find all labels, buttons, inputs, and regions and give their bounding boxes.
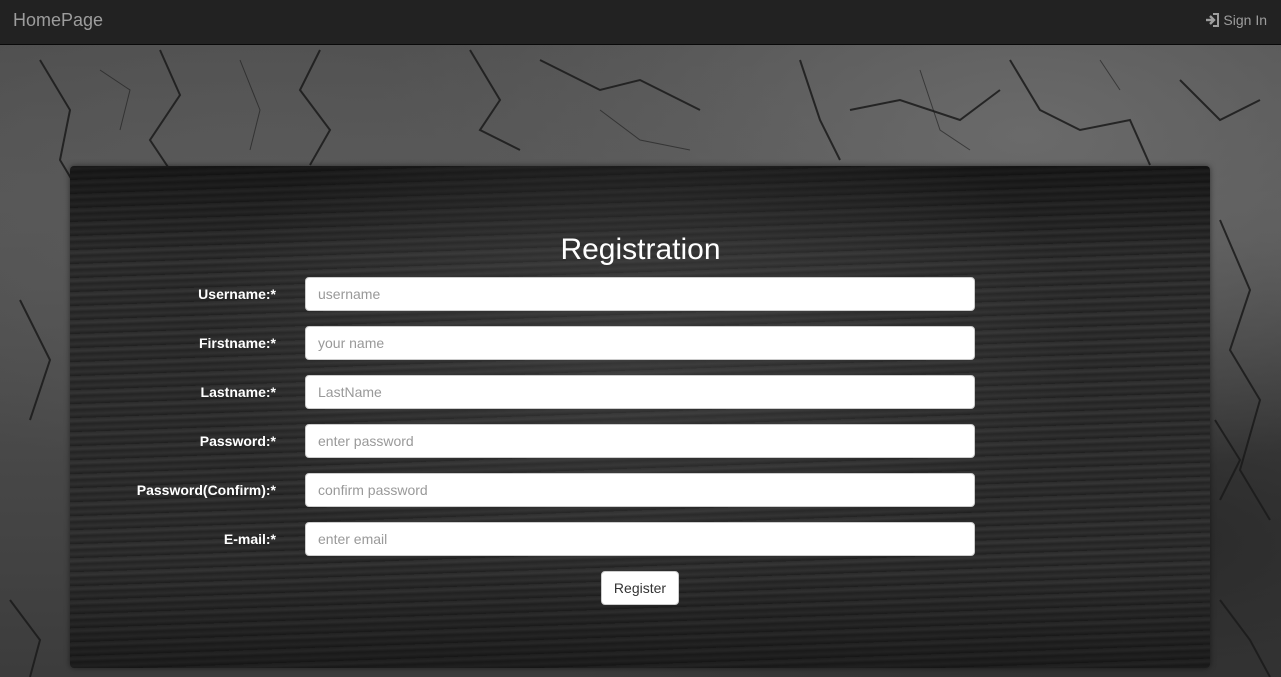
password-confirm-input[interactable] bbox=[305, 473, 975, 507]
form-row-password-confirm: Password(Confirm):* bbox=[0, 473, 1281, 507]
form-row-password: Password:* bbox=[0, 424, 1281, 458]
password-input[interactable] bbox=[305, 424, 975, 458]
page-title: Registration bbox=[560, 233, 721, 266]
register-button[interactable]: Register bbox=[601, 571, 679, 605]
lastname-input[interactable] bbox=[305, 375, 975, 409]
signin-link[interactable]: Sign In bbox=[1205, 11, 1267, 29]
email-label: E-mail:* bbox=[223, 531, 276, 547]
brand-link[interactable]: HomePage bbox=[13, 10, 103, 30]
firstname-label: Firstname:* bbox=[198, 335, 276, 351]
log-in-icon bbox=[1206, 13, 1220, 27]
email-input[interactable] bbox=[305, 522, 975, 556]
lastname-label: Lastname:* bbox=[200, 384, 276, 400]
username-input[interactable] bbox=[305, 277, 975, 311]
password-label: Password:* bbox=[199, 433, 276, 449]
password-confirm-label: Password(Confirm):* bbox=[136, 482, 276, 498]
username-label: Username:* bbox=[198, 286, 276, 302]
form-row-username: Username:* bbox=[0, 277, 1281, 311]
form-row-firstname: Firstname:* bbox=[0, 326, 1281, 360]
form-row-email: E-mail:* bbox=[0, 522, 1281, 556]
navbar: HomePage Sign In bbox=[0, 0, 1281, 45]
form-row-lastname: Lastname:* bbox=[0, 375, 1281, 409]
firstname-input[interactable] bbox=[305, 326, 975, 360]
signin-label: Sign In bbox=[1223, 12, 1267, 28]
